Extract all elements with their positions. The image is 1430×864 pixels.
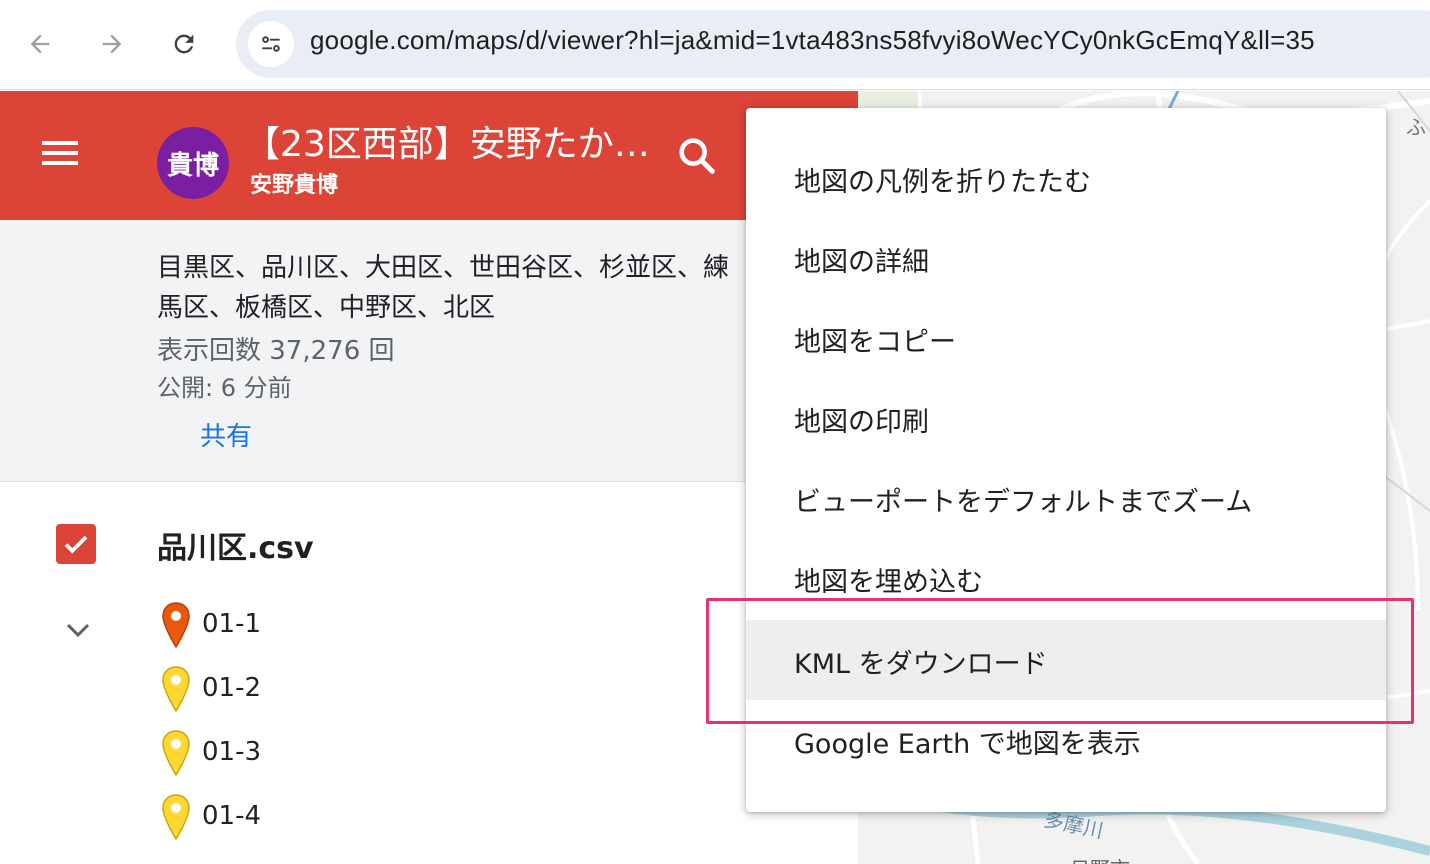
- place-label: 01-3: [202, 737, 262, 767]
- menu-item-zoom-default[interactable]: ビューポートをデフォルトまでズーム: [746, 458, 1386, 538]
- share-link[interactable]: 共有: [200, 416, 252, 453]
- list-item[interactable]: 01-2: [160, 665, 460, 715]
- place-label: 01-4: [202, 801, 262, 831]
- layer-checkbox[interactable]: [56, 524, 96, 564]
- map-pin-icon: [162, 794, 190, 841]
- chevron-down-icon[interactable]: [64, 619, 92, 641]
- map-city-label: 日野市: [1070, 853, 1130, 864]
- panel-header: 貴博 【23区西部】安野たか… 安野貴博: [0, 91, 858, 220]
- place-label: 01-1: [202, 609, 262, 639]
- search-icon[interactable]: [674, 133, 720, 179]
- map-owner: 安野貴博: [250, 173, 339, 198]
- map-pin-icon: [162, 602, 190, 649]
- arrow-right-icon: [102, 34, 122, 54]
- address-bar[interactable]: google.com/maps/d/viewer?hl=ja&mid=1vta4…: [236, 10, 1430, 78]
- map-legend-panel: 貴博 【23区西部】安野たか… 安野貴博 目黒区、品川区、大田区、世田谷区、杉並…: [0, 91, 858, 864]
- list-item[interactable]: 01-1: [160, 601, 460, 651]
- layer-name[interactable]: 品川区.csv: [157, 523, 314, 567]
- back-button[interactable]: [18, 22, 62, 66]
- map-pin-icon: [162, 666, 190, 713]
- menu-item-collapse-legend[interactable]: 地図の凡例を折りたたむ: [746, 138, 1386, 218]
- site-settings-icon[interactable]: [248, 21, 294, 67]
- reload-icon: [174, 34, 194, 54]
- reload-button[interactable]: [162, 22, 206, 66]
- list-item[interactable]: 01-3: [160, 729, 460, 779]
- map-pin-icon: [162, 730, 190, 777]
- map-title: 【23区西部】安野たか…: [244, 124, 650, 165]
- menu-item-download-kml[interactable]: KML をダウンロード: [746, 620, 1386, 700]
- menu-item-embed-map[interactable]: 地図を埋め込む: [746, 538, 1386, 618]
- view-count: 表示回数 37,276 回: [157, 336, 395, 366]
- list-item[interactable]: 01-4: [160, 793, 460, 843]
- url-text: google.com/maps/d/viewer?hl=ja&mid=1vta4…: [310, 25, 1315, 55]
- map-description: 目黒区、品川区、大田区、世田谷区、杉並区、練馬区、板橋区、中野区、北区: [157, 253, 730, 323]
- menu-item-google-earth[interactable]: Google Earth で地図を表示: [746, 700, 1386, 780]
- map-options-menu: 地図の凡例を折りたたむ 地図の詳細 地図をコピー 地図の印刷 ビューポートをデフ…: [746, 108, 1386, 812]
- forward-button[interactable]: [90, 22, 134, 66]
- map-info-section: 目黒区、品川区、大田区、世田谷区、杉並区、練馬区、板橋区、中野区、北区 表示回数…: [0, 220, 858, 482]
- place-label: 01-2: [202, 673, 262, 703]
- avatar[interactable]: 貴博: [157, 127, 229, 199]
- menu-item-print-map[interactable]: 地図の印刷: [746, 378, 1386, 458]
- check-icon: [64, 535, 88, 554]
- map-place-label: ふ: [1406, 115, 1426, 139]
- published-time: 公開: 6 分前: [157, 374, 292, 402]
- browser-toolbar: google.com/maps/d/viewer?hl=ja&mid=1vta4…: [0, 0, 1430, 90]
- menu-item-copy-map[interactable]: 地図をコピー: [746, 298, 1386, 378]
- menu-icon[interactable]: [36, 135, 84, 175]
- arrow-left-icon: [30, 34, 50, 54]
- menu-item-map-details[interactable]: 地図の詳細: [746, 218, 1386, 298]
